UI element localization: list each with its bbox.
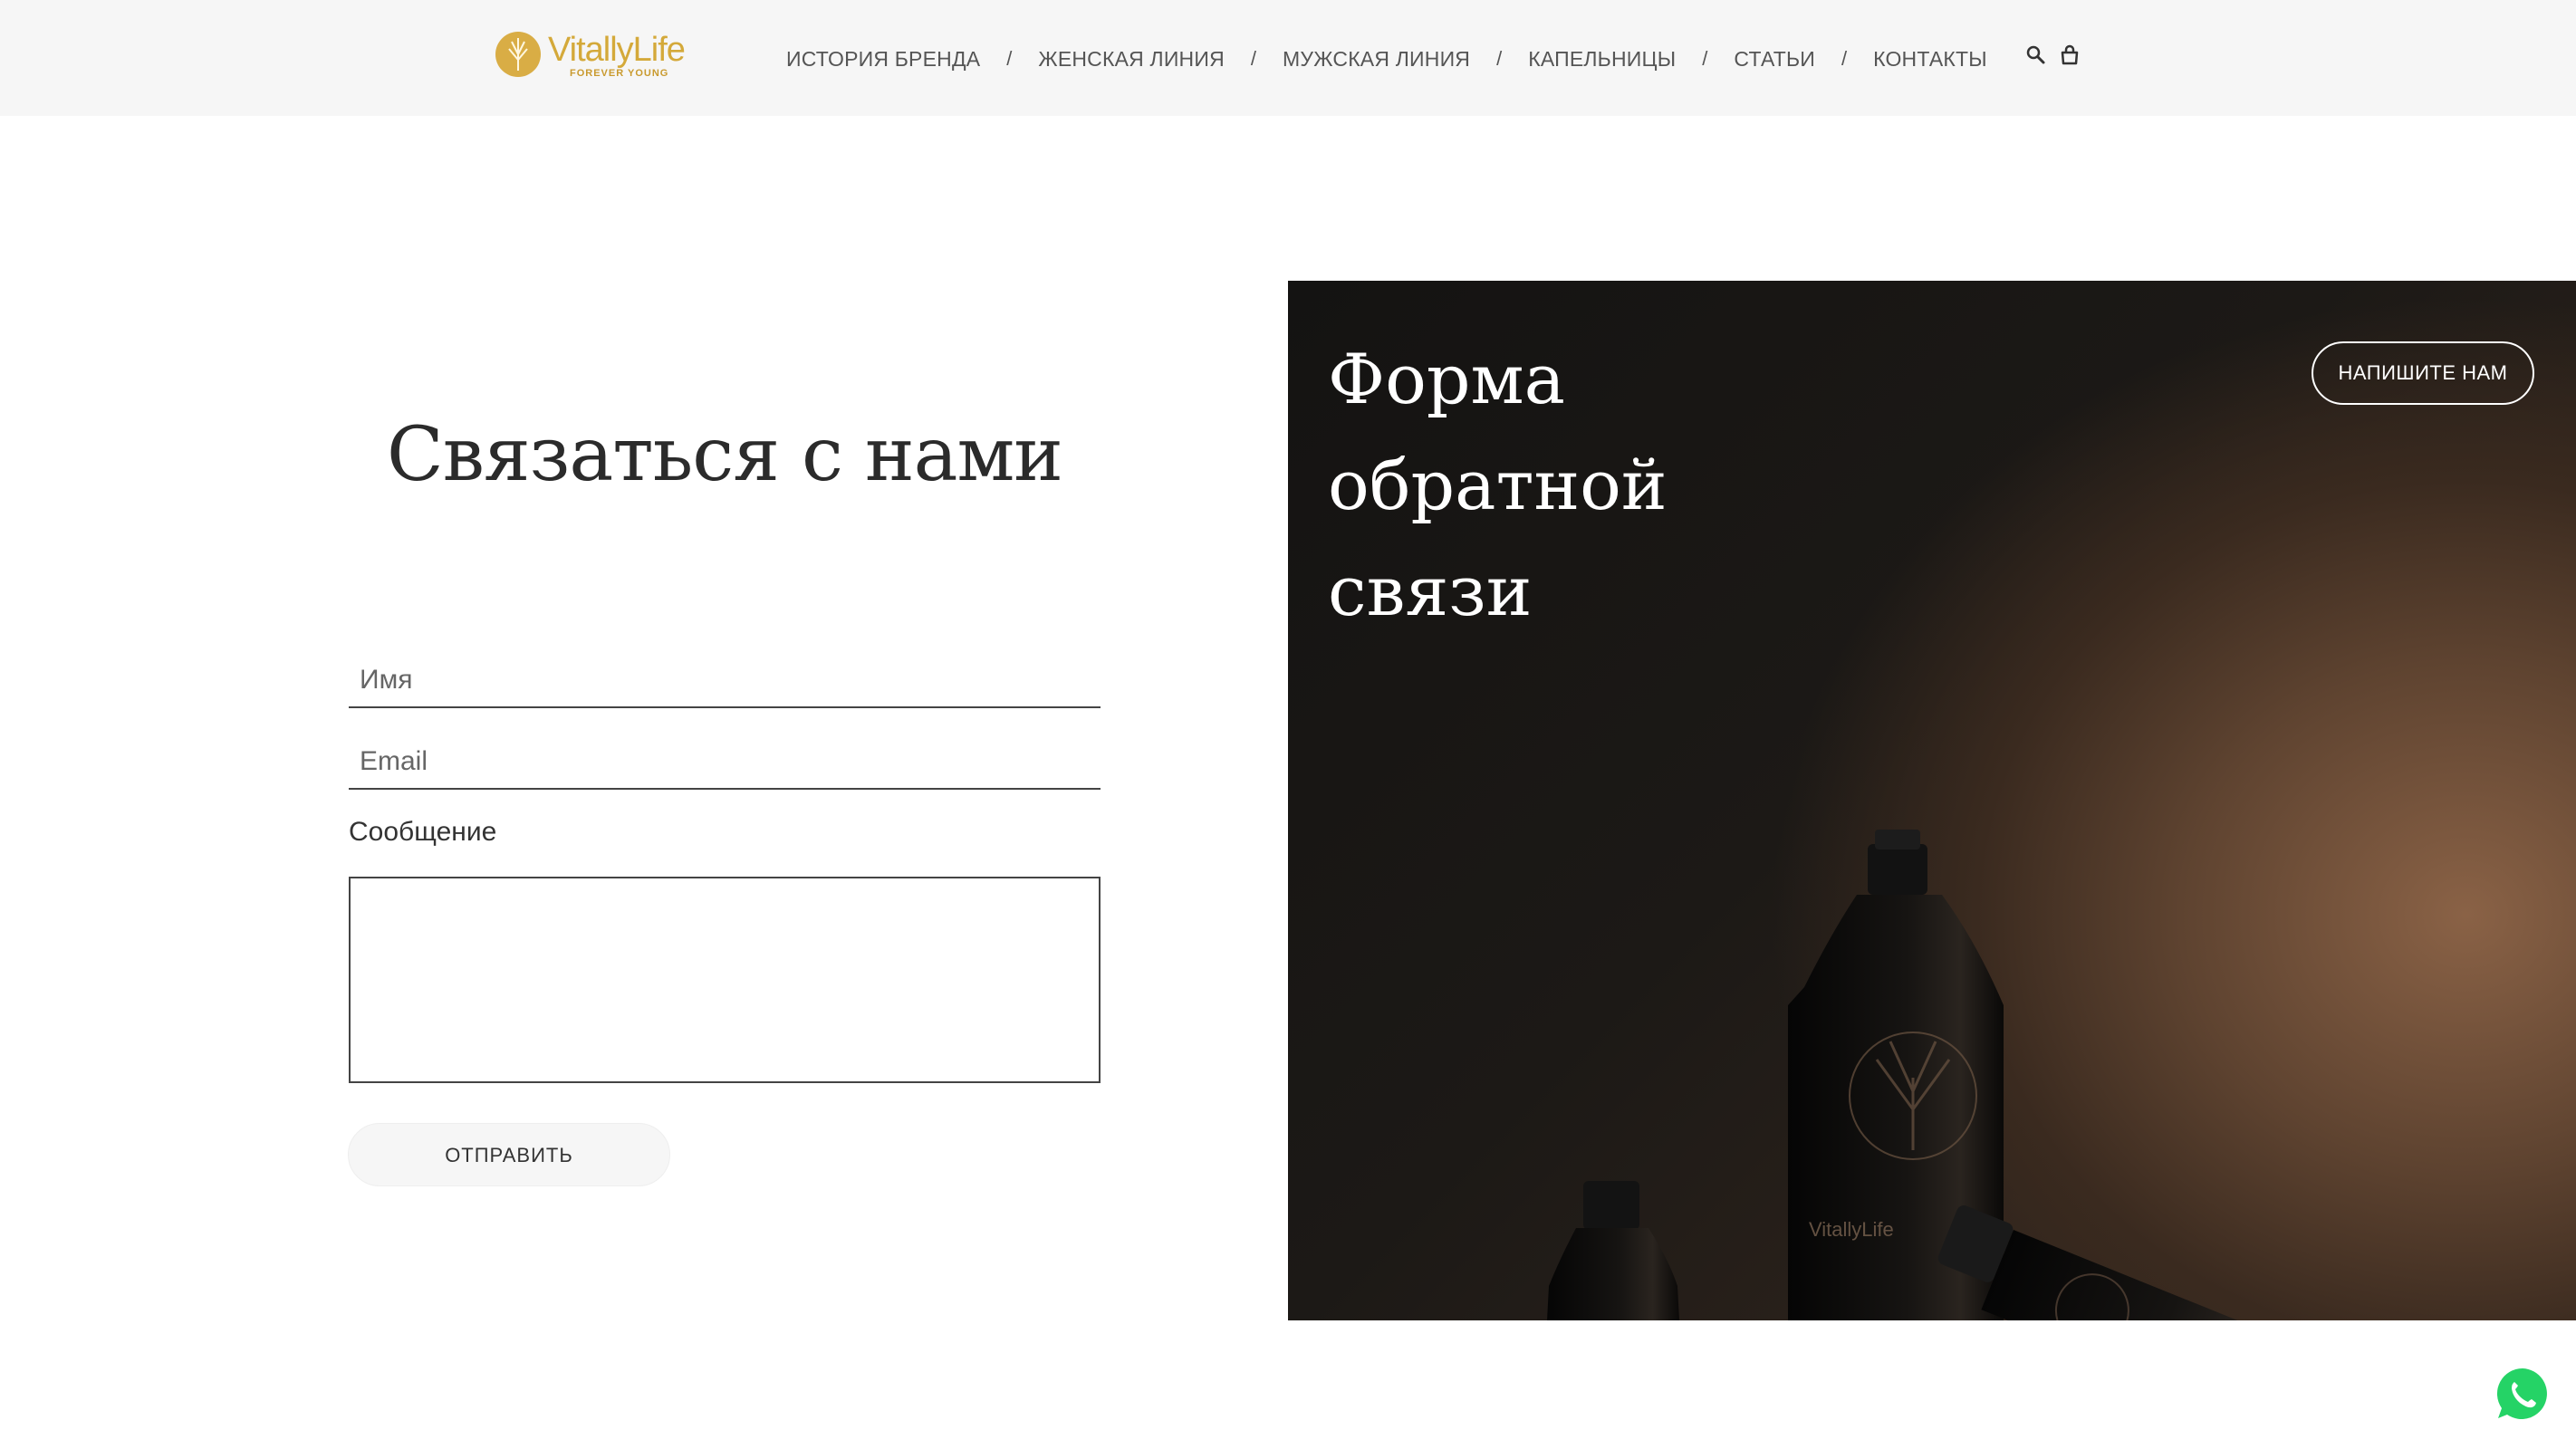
hero-title-line: обратной bbox=[1328, 445, 1668, 525]
search-icon[interactable] bbox=[2024, 43, 2048, 69]
tree-logo-icon bbox=[495, 32, 541, 77]
logo-name: VitallyLife bbox=[548, 31, 686, 69]
write-us-button[interactable]: НАПИШИТЕ НАМ bbox=[2312, 341, 2534, 405]
site-header: VitallyLife FOREVER YOUNG ИСТОРИЯ БРЕНДА… bbox=[0, 0, 2576, 116]
shopping-bag-icon[interactable] bbox=[2058, 43, 2081, 69]
message-textarea[interactable] bbox=[349, 877, 1101, 1083]
message-label: Сообщение bbox=[349, 817, 497, 847]
whatsapp-icon[interactable] bbox=[2494, 1366, 2551, 1422]
nav-separator: / bbox=[1702, 47, 1708, 70]
email-input[interactable] bbox=[349, 735, 1101, 790]
feedback-hero-panel: VitallyLife Форма обратной связи НАПИШИТ… bbox=[1288, 281, 2576, 1320]
svg-text:VitallyLife: VitallyLife bbox=[1809, 1218, 1894, 1241]
nav-separator: / bbox=[1006, 47, 1013, 70]
nav-separator: / bbox=[1841, 47, 1848, 70]
nav-separator: / bbox=[1496, 47, 1503, 70]
submit-button[interactable]: ОТПРАВИТЬ bbox=[348, 1123, 670, 1186]
contact-title: Связаться с нами bbox=[387, 412, 1063, 498]
nav-item-men-line[interactable]: МУЖСКАЯ ЛИНИЯ bbox=[1283, 47, 1470, 72]
nav-item-articles[interactable]: СТАТЬИ bbox=[1734, 47, 1815, 72]
name-input[interactable] bbox=[349, 654, 1101, 708]
nav-separator: / bbox=[1250, 47, 1257, 70]
nav-item-brand-history[interactable]: ИСТОРИЯ БРЕНДА bbox=[786, 47, 980, 72]
logo-tagline: FOREVER YOUNG bbox=[570, 68, 669, 79]
hero-title-line: Форма bbox=[1328, 339, 1565, 419]
nav-item-droppers[interactable]: КАПЕЛЬНИЦЫ bbox=[1528, 47, 1676, 72]
brand-logo[interactable]: VitallyLife FOREVER YOUNG bbox=[494, 27, 686, 82]
hero-title-line: связи bbox=[1328, 551, 1533, 631]
nav-item-women-line[interactable]: ЖЕНСКАЯ ЛИНИЯ bbox=[1038, 47, 1225, 72]
nav-item-contacts[interactable]: КОНТАКТЫ bbox=[1873, 47, 1987, 72]
main-nav: ИСТОРИЯ БРЕНДА / ЖЕНСКАЯ ЛИНИЯ / МУЖСКАЯ… bbox=[786, 43, 1987, 74]
hero-title: Форма обратной связи bbox=[1328, 326, 1835, 644]
